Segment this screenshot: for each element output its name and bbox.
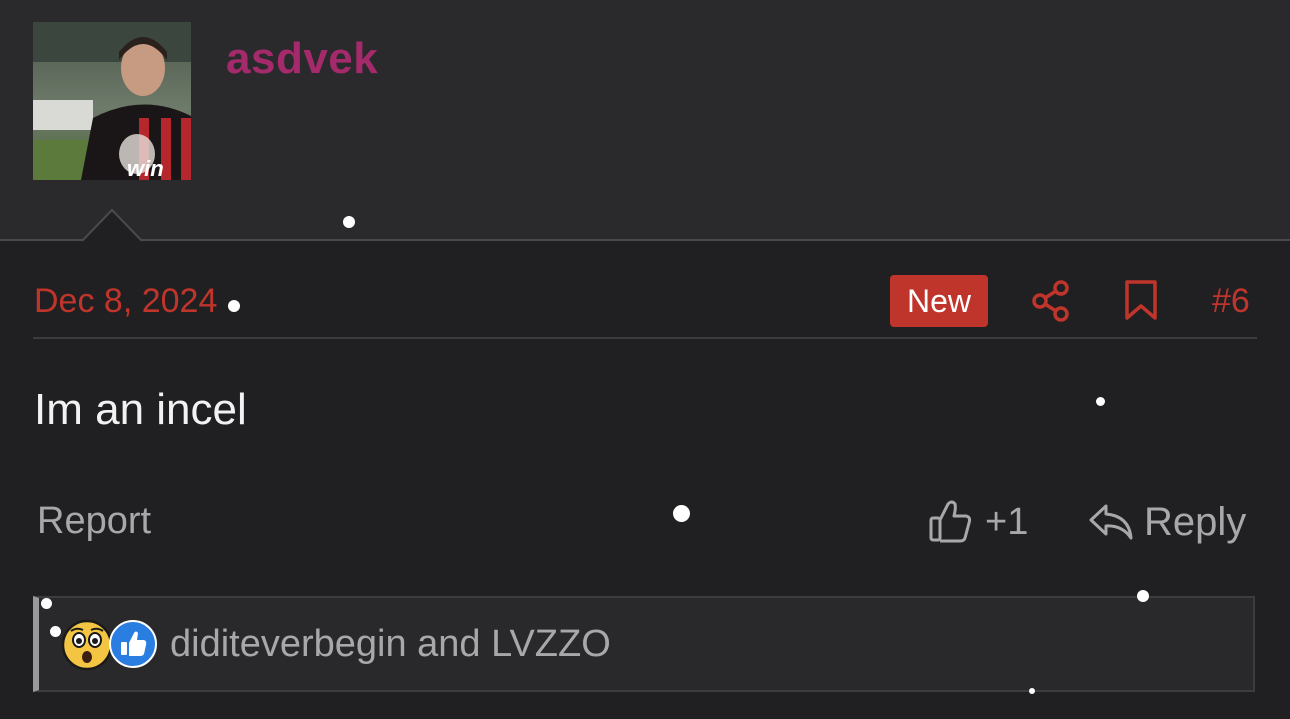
dot-decoration	[50, 626, 61, 637]
dot-decoration	[1137, 590, 1149, 602]
share-icon[interactable]	[1031, 279, 1071, 323]
post-number-link[interactable]: #6	[1212, 282, 1250, 321]
avatar-pointer	[82, 208, 142, 242]
wow-emoji-icon	[61, 619, 113, 671]
bookmark-icon[interactable]	[1124, 279, 1158, 321]
reactors-list[interactable]: diditeverbegin and LVZZO	[170, 623, 611, 666]
header-divider	[0, 239, 1290, 241]
user-avatar[interactable]: win	[33, 22, 191, 180]
report-button[interactable]: Report	[37, 500, 151, 543]
reply-button[interactable]: Reply	[1144, 500, 1246, 545]
post-date[interactable]: Dec 8, 2024	[34, 282, 217, 321]
username[interactable]: asdvek	[226, 34, 378, 84]
reply-icon[interactable]	[1088, 502, 1134, 542]
avatar-image: win	[33, 22, 191, 180]
like-count[interactable]: +1	[985, 501, 1028, 544]
meta-separator	[33, 337, 1257, 339]
dot-decoration	[343, 216, 355, 228]
dot-decoration	[1029, 688, 1035, 694]
post-header	[0, 0, 1290, 240]
svg-text:win: win	[127, 156, 164, 180]
thumbs-up-icon[interactable]	[928, 498, 972, 544]
post-message: Im an incel	[34, 385, 247, 434]
dot-decoration	[1096, 397, 1105, 406]
new-badge: New	[890, 275, 988, 327]
dot-decoration	[41, 598, 52, 609]
like-emoji-icon	[109, 620, 157, 668]
dot-decoration	[228, 300, 240, 312]
dot-decoration	[673, 505, 690, 522]
